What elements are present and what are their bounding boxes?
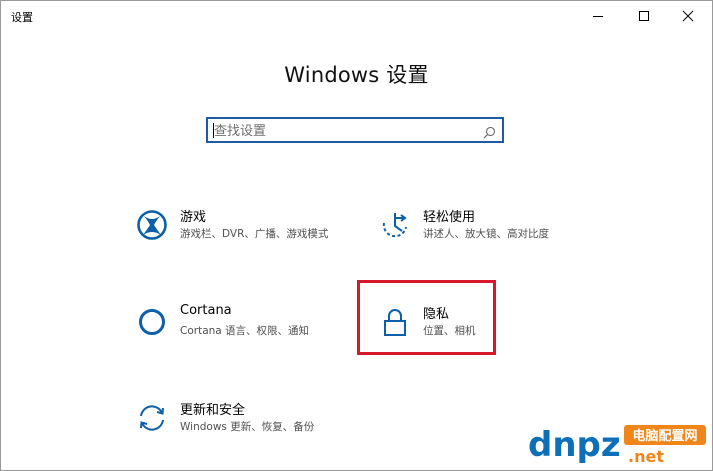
page-title: Windows 设置 <box>284 63 429 87</box>
watermark-suffix: .net <box>628 447 664 464</box>
category-label: 游戏 <box>180 210 207 225</box>
watermark-tagline: 电脑配置网 <box>632 428 697 444</box>
category-update-security[interactable]: 更新和安全 Windows 更新、恢复、备份 <box>134 400 334 440</box>
search-icon[interactable] <box>483 124 496 143</box>
search-box[interactable] <box>206 117 504 143</box>
watermark-brand: dnpz <box>528 425 621 464</box>
category-cortana[interactable]: Cortana Cortana 语言、权限、通知 <box>134 303 334 344</box>
title-bar: 设置 <box>1 1 712 31</box>
search-input[interactable] <box>214 122 474 140</box>
minimize-button[interactable] <box>575 1 621 31</box>
site-watermark-logo: dnpz 电脑配置网 .net <box>528 425 706 464</box>
category-label: 轻松使用 <box>423 210 476 225</box>
update-icon <box>134 400 170 436</box>
maximize-icon <box>639 11 649 21</box>
close-button[interactable] <box>665 1 711 31</box>
category-gaming[interactable]: 游戏 游戏栏、DVR、广播、游戏模式 <box>134 207 334 247</box>
maximize-button[interactable] <box>621 1 667 31</box>
category-description: 讲述人、放大镜、高对比度 <box>423 228 549 240</box>
category-ease-of-access[interactable]: 轻松使用 讲述人、放大镜、高对比度 <box>377 207 577 247</box>
category-description: Windows 更新、恢复、备份 <box>180 421 315 433</box>
window-title: 设置 <box>11 11 33 24</box>
close-icon <box>682 10 694 22</box>
category-label: Cortana <box>180 303 232 318</box>
settings-window: 设置 Windows 设置 游戏 游戏栏、DVR、广播、游戏模式 <box>0 0 713 471</box>
category-label: 更新和安全 <box>180 403 246 418</box>
ease-of-access-icon <box>377 207 413 243</box>
category-description: Cortana 语言、权限、通知 <box>180 325 310 337</box>
category-description: 游戏栏、DVR、广播、游戏模式 <box>180 228 329 240</box>
minimize-icon <box>593 16 603 17</box>
highlight-box <box>357 280 496 355</box>
cortana-icon <box>134 304 170 340</box>
xbox-icon <box>134 207 170 243</box>
